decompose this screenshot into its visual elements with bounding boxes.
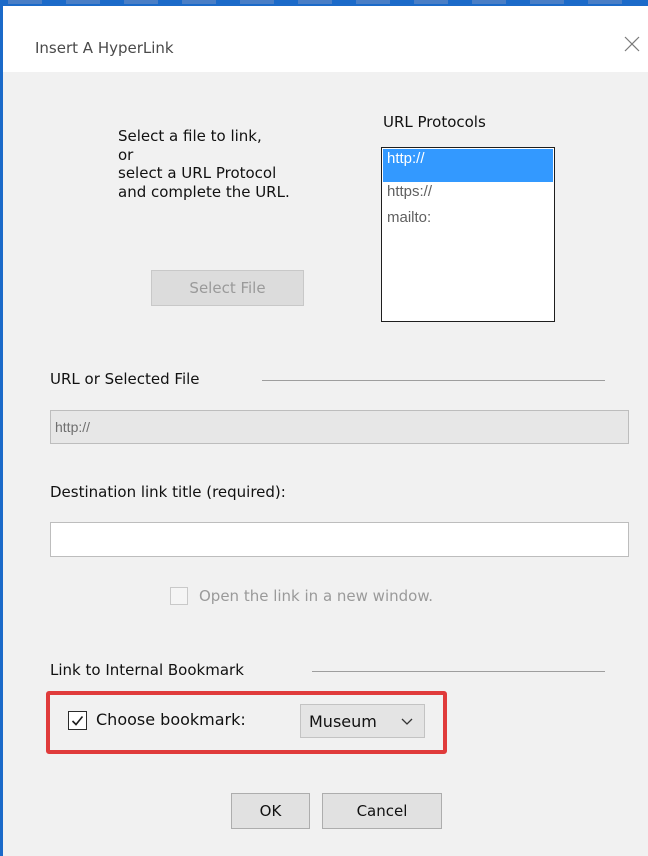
url-protocols-label: URL Protocols bbox=[383, 113, 486, 131]
bookmark-dropdown-value: Museum bbox=[309, 711, 377, 731]
checkmark-icon bbox=[71, 715, 84, 726]
protocol-item-mailto[interactable]: mailto: bbox=[383, 208, 553, 241]
url-group-label: URL or Selected File bbox=[50, 370, 200, 388]
group-divider bbox=[262, 380, 605, 381]
cancel-button[interactable]: Cancel bbox=[322, 793, 442, 829]
destination-title-field[interactable] bbox=[50, 522, 629, 557]
bookmark-group-label: Link to Internal Bookmark bbox=[50, 661, 244, 679]
close-icon[interactable] bbox=[620, 32, 644, 56]
bookmark-dropdown[interactable]: Museum bbox=[300, 704, 425, 738]
file-instructions: Select a file to link, or select a URL P… bbox=[118, 127, 290, 201]
choose-bookmark-label: Choose bookmark: bbox=[96, 710, 246, 729]
url-protocols-listbox[interactable]: http:// https:// mailto: bbox=[381, 147, 555, 322]
dialog-title: Insert A HyperLink bbox=[35, 39, 174, 57]
instruction-line: or bbox=[118, 145, 134, 164]
chevron-down-icon bbox=[401, 718, 413, 725]
destination-title-label: Destination link title (required): bbox=[50, 483, 286, 501]
instruction-line: select a URL Protocol bbox=[118, 164, 277, 182]
new-window-label: Open the link in a new window. bbox=[199, 587, 433, 605]
new-window-checkbox[interactable] bbox=[170, 587, 188, 605]
select-file-button[interactable]: Select File bbox=[151, 270, 304, 306]
ok-button[interactable]: OK bbox=[231, 793, 310, 829]
group-divider bbox=[312, 671, 605, 672]
window-frame-background bbox=[8, 0, 628, 4]
title-bar: Insert A HyperLink bbox=[3, 6, 648, 72]
instruction-line: Select a file to link, bbox=[118, 127, 262, 145]
instruction-line: and complete the URL. bbox=[118, 182, 290, 201]
url-field[interactable] bbox=[50, 410, 629, 444]
protocol-item-http[interactable]: http:// bbox=[383, 149, 553, 182]
choose-bookmark-checkbox[interactable] bbox=[68, 711, 87, 730]
